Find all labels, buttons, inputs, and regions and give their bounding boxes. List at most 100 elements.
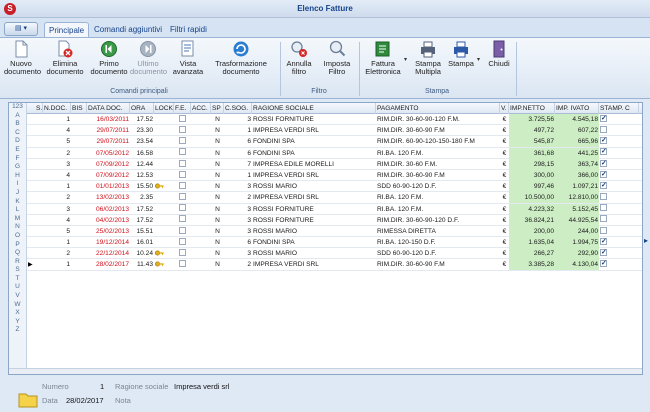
- fe-checkbox[interactable]: [179, 237, 186, 245]
- table-row[interactable]: 1 01/01/2013 15.50 N 3 ROSSI MARIO SDD 60-90-1…: [27, 181, 642, 193]
- multiple-print-button[interactable]: Stampa Multipla: [412, 40, 444, 76]
- transform-document-button[interactable]: Trasformazione documento: [212, 40, 270, 76]
- table-row[interactable]: 2 07/05/2012 16.58 N 6 FONDINI SPA RI.BA. 120 …: [27, 147, 642, 159]
- alpha-index-letter[interactable]: Y: [9, 318, 26, 327]
- fe-checkbox[interactable]: [179, 260, 186, 268]
- col-header-valuta[interactable]: V.: [500, 103, 509, 114]
- col-header-stamp[interactable]: STAMP. C: [599, 103, 639, 114]
- right-expand-arrow-icon[interactable]: ▸: [644, 236, 648, 245]
- alpha-index-letter[interactable]: M: [9, 215, 26, 224]
- table-row[interactable]: 2 13/02/2013 2.35 N 2 IMPRESA VERDI SRL RI.BA.…: [27, 192, 642, 204]
- new-document-button[interactable]: Nuovo documento: [4, 40, 41, 76]
- alpha-index-letter[interactable]: K: [9, 198, 26, 207]
- alpha-index-letter[interactable]: U: [9, 283, 26, 292]
- stamp-checkbox[interactable]: [600, 248, 607, 258]
- col-header-ivato[interactable]: IMP. IVATO: [555, 103, 599, 114]
- tab-filtri-rapidi[interactable]: Filtri rapidi: [166, 22, 211, 38]
- stamp-checkbox[interactable]: [600, 170, 607, 180]
- fe-checkbox[interactable]: [179, 181, 186, 189]
- stamp-checkbox[interactable]: [600, 148, 607, 157]
- set-filter-button[interactable]: Imposta Filtro: [320, 40, 354, 76]
- tab-comandi-aggiuntivi[interactable]: Comandi aggiuntivi: [90, 22, 166, 38]
- table-row[interactable]: 2 22/12/2014 10.24 N 3 ROSSI MARIO SDD 60-90-1…: [27, 248, 642, 260]
- fe-checkbox[interactable]: [179, 137, 186, 145]
- col-header-netto[interactable]: IMP.NETTO: [509, 103, 555, 114]
- alpha-index-letter[interactable]: P: [9, 241, 26, 250]
- col-header-ora[interactable]: ORA: [130, 103, 154, 114]
- alpha-index-letter[interactable]: A: [9, 112, 26, 121]
- alpha-index-letter[interactable]: W: [9, 301, 26, 310]
- delete-document-button[interactable]: Elimina documento: [46, 40, 84, 76]
- col-header-data[interactable]: DATA DOC.: [87, 103, 130, 114]
- alpha-index-letter[interactable]: Q: [9, 249, 26, 258]
- alpha-index-letter[interactable]: C: [9, 129, 26, 138]
- alpha-index-letter[interactable]: T: [9, 275, 26, 284]
- table-row[interactable]: 1 16/03/2011 17.52 N 3 ROSSI FORNITURE RIM.DIR…: [27, 114, 642, 126]
- alpha-index-letter[interactable]: E: [9, 146, 26, 155]
- alpha-index-letter[interactable]: H: [9, 172, 26, 181]
- stamp-checkbox[interactable]: [600, 259, 607, 269]
- table-row[interactable]: 5 29/07/2011 23.54 N 6 FONDINI SPA RIM.DIR. 60…: [27, 136, 642, 148]
- alpha-index-letter[interactable]: 123: [9, 103, 26, 112]
- horizontal-scrollbar[interactable]: [9, 368, 642, 374]
- stamp-checkbox[interactable]: [600, 159, 607, 169]
- tab-principale[interactable]: Principale: [44, 22, 90, 38]
- fe-checkbox[interactable]: [179, 193, 186, 201]
- table-row[interactable]: 4 29/07/2011 23.30 N 1 IMPRESA VERDI SRL RIM.D…: [27, 125, 642, 137]
- col-header-ragione[interactable]: RAGIONE SOCIALE: [252, 103, 376, 114]
- alpha-index-letter[interactable]: S: [9, 266, 26, 275]
- col-header-pagamento[interactable]: PAGAMENTO: [376, 103, 500, 114]
- col-header-s[interactable]: S.: [35, 103, 43, 114]
- alpha-index-letter[interactable]: J: [9, 189, 26, 198]
- fe-checkbox[interactable]: [179, 170, 186, 178]
- alpha-index-letter[interactable]: R: [9, 258, 26, 267]
- col-header-sp[interactable]: SP: [211, 103, 224, 114]
- alpha-index-letter[interactable]: V: [9, 292, 26, 301]
- fe-checkbox[interactable]: [179, 159, 186, 167]
- alpha-index-letter[interactable]: Z: [9, 326, 26, 335]
- col-header-acc[interactable]: ACC.: [191, 103, 211, 114]
- stamp-checkbox[interactable]: [600, 226, 607, 234]
- col-header-fe[interactable]: F.E.: [174, 103, 191, 114]
- stamp-checkbox[interactable]: [600, 237, 607, 247]
- fe-checkbox[interactable]: [179, 226, 186, 234]
- stamp-checkbox[interactable]: [600, 215, 607, 223]
- fe-checkbox[interactable]: [179, 215, 186, 223]
- cancel-filter-button[interactable]: Annulla filtro: [284, 40, 314, 76]
- table-row[interactable]: 3 07/09/2012 12.44 N 7 IMPRESA EDILE MORELLI R…: [27, 158, 642, 170]
- alpha-index-letter[interactable]: G: [9, 163, 26, 172]
- alpha-index-letter[interactable]: B: [9, 120, 26, 129]
- alpha-index-letter[interactable]: F: [9, 155, 26, 164]
- fe-checkbox[interactable]: [179, 249, 186, 256]
- stamp-checkbox[interactable]: [600, 114, 607, 124]
- print-dropdown-icon[interactable]: ▾: [477, 56, 480, 63]
- advanced-view-button[interactable]: Vista avanzata: [170, 40, 206, 76]
- app-menu-button[interactable]: ▤ ▾: [4, 22, 38, 36]
- close-button[interactable]: Chiudi: [486, 40, 512, 68]
- col-header-bis[interactable]: BIS: [71, 103, 87, 114]
- col-header-lock[interactable]: LOCK: [154, 103, 174, 114]
- col-header-csog[interactable]: C.SOG.: [224, 103, 252, 114]
- stamp-checkbox[interactable]: [600, 181, 607, 191]
- alpha-index-letter[interactable]: L: [9, 206, 26, 215]
- print-button[interactable]: Stampa: [448, 40, 474, 68]
- fe-checkbox[interactable]: [179, 125, 186, 133]
- alpha-index-letter[interactable]: I: [9, 180, 26, 189]
- alpha-index-letter[interactable]: O: [9, 232, 26, 241]
- table-row[interactable]: ▶ 1 28/02/2017 11.43 N 2 IMPRESA VERDI SRL RIM.…: [27, 259, 642, 271]
- table-row[interactable]: 4 07/09/2012 12.53 N 1 IMPRESA VERDI SRL RIM.D…: [27, 169, 642, 182]
- stamp-checkbox[interactable]: [600, 136, 607, 146]
- fe-checkbox[interactable]: [179, 204, 186, 212]
- last-document-button[interactable]: Ultimo documento: [130, 40, 167, 76]
- stamp-checkbox[interactable]: [600, 125, 607, 133]
- col-header-ndoc[interactable]: N.DOC.: [43, 103, 71, 114]
- table-row[interactable]: 1 19/12/2014 16.01 N 6 FONDINI SPA RI.BA. 120-…: [27, 237, 642, 249]
- electronic-invoice-dropdown-icon[interactable]: ▾: [404, 56, 407, 63]
- electronic-invoice-button[interactable]: Fattura Elettronica: [360, 40, 406, 76]
- first-document-button[interactable]: Primo documento: [90, 40, 128, 76]
- alpha-index-letter[interactable]: N: [9, 223, 26, 232]
- alpha-index-letter[interactable]: D: [9, 137, 26, 146]
- stamp-checkbox[interactable]: [600, 193, 607, 201]
- table-row[interactable]: 4 04/02/2013 17.52 N 3 ROSSI FORNITURE RIM.DIR…: [27, 214, 642, 226]
- alpha-index-letter[interactable]: X: [9, 309, 26, 318]
